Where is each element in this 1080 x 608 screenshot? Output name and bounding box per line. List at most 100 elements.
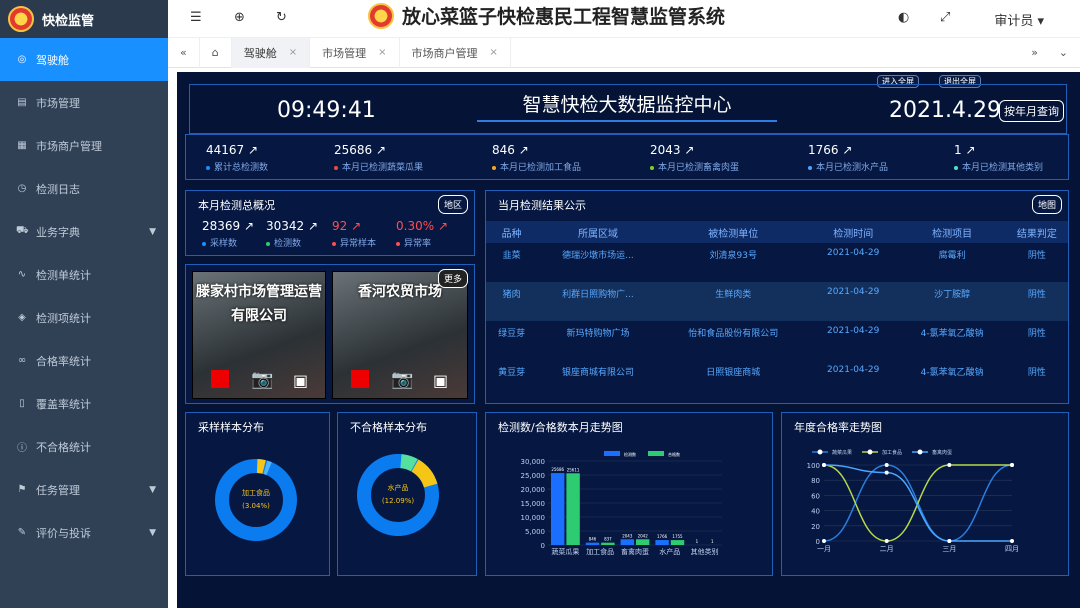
trend-bar-panel: 检测数/合格数本月走势图 30,000 25,000 20,000 15,000 10,…	[485, 412, 773, 576]
stat-label: 本月已检测水产品	[816, 163, 889, 173]
table-row[interactable]: 猪肉 利群日照购物广... 生鲜肉类 2021-04-29 沙丁胺醇 阴性	[486, 282, 1068, 321]
camera-snapshot-icon[interactable]: 📷	[251, 369, 273, 390]
y-tick-label: 40	[811, 508, 820, 516]
table-cell: 阴性	[1027, 251, 1046, 261]
table-cell: 2021-04-29	[827, 248, 880, 258]
table-cell: 2021-04-29	[827, 365, 880, 375]
user-menu[interactable]: 审计员 ▾	[994, 10, 1044, 29]
table-row[interactable]: 韭菜 德瑞沙墩市场运... 刘清泉93号 2021-04-29 腐霉利 阴性	[486, 243, 1068, 282]
video-icon[interactable]: ▣	[433, 371, 448, 390]
sidebar-item-3[interactable]: ◷ 检测日志	[0, 167, 168, 210]
table-cell: 猪肉	[486, 282, 538, 321]
unqualified-distribution-panel: 不合格样本分布 水产品 (12.09%)	[337, 412, 477, 576]
sidebar-item-11[interactable]: ✎ 评价与投诉 ▼	[0, 511, 168, 554]
map-button[interactable]: 地图	[1031, 195, 1062, 214]
page-title: 放心菜篮子快检惠民工程智慧监管系统	[368, 2, 725, 29]
camera-feed-1[interactable]: 香河农贸市场 📷 ▣	[332, 271, 468, 399]
table-row[interactable]: 黄豆芽 银座商城有限公司 日照银座商城 2021-04-29 4-氯苯氧乙酸钠 阴性	[486, 360, 1068, 399]
record-icon[interactable]	[351, 370, 369, 388]
x-tick-label: 三月	[942, 545, 956, 553]
record-icon[interactable]	[211, 370, 229, 388]
camera-panel: 更多 滕家村市场管理运营有限公司 📷 ▣ 香河农贸市场 📷 ▣	[185, 264, 475, 404]
sidebar-item-2[interactable]: ▦ 市场商户管理	[0, 124, 168, 167]
query-by-month-button[interactable]: 按年月查询	[999, 100, 1064, 122]
x-tick-label: 四月	[1005, 545, 1019, 553]
table-body: 韭菜 德瑞沙墩市场运... 刘清泉93号 2021-04-29 腐霉利 阴性 猪肉 利群日照购…	[486, 243, 1068, 399]
table-row[interactable]: 绿豆芽 新玛特购物广场 怡和食品股份有限公司 2021-04-29 4-氯苯氧乙酸钠 阴性	[486, 321, 1068, 360]
tabbar: « ⌂ 驾驶舱 × 市场管理 × 市场商户管理 × » ⌄	[168, 37, 1080, 68]
globe-icon[interactable]: ⊕	[234, 10, 245, 25]
document-icon: ▤	[17, 97, 27, 108]
monthly-overview-title: 本月检测总概况	[198, 199, 275, 212]
police-emblem-icon	[8, 6, 34, 32]
y-tick-label: 30,000	[521, 458, 546, 466]
tabs-scroll-left-icon[interactable]: «	[168, 37, 200, 68]
data-point	[822, 539, 826, 543]
more-cameras-button[interactable]: 更多	[437, 269, 468, 288]
menu-fold-icon[interactable]: ☰	[190, 10, 202, 25]
tabs-scroll-right-icon[interactable]: »	[1019, 38, 1050, 68]
palette-icon[interactable]: ◐	[898, 10, 909, 25]
bar	[636, 539, 650, 545]
tab-1[interactable]: 市场管理 ×	[310, 37, 400, 68]
sidebar-item-7[interactable]: ∞ 合格率统计	[0, 339, 168, 382]
sidebar-item-0[interactable]: ◎ 驾驶舱	[0, 38, 168, 81]
y-tick-label: 20,000	[521, 486, 546, 494]
x-tick-label: 其他类别	[691, 547, 719, 556]
table-cell: 4-氯苯氧乙酸钠	[920, 329, 984, 339]
column-header: 品种	[486, 221, 538, 243]
sidebar-item-8[interactable]: ▯ 覆盖率统计	[0, 382, 168, 425]
monthly-value: 92	[332, 219, 348, 233]
sidebar-item-1[interactable]: ▤ 市场管理	[0, 81, 168, 124]
tabs-menu-icon[interactable]: ⌄	[1047, 38, 1080, 68]
results-table: 品种 所属区域 被检测单位 检测时间 检测项目 结果判定 韭菜 德瑞沙墩市场运... 刘清泉9…	[486, 221, 1068, 399]
dashboard: 进入全屏 退出全屏 09:49:41 智慧快检大数据监控中心 2021.4.29…	[177, 72, 1080, 608]
refresh-icon[interactable]: ↻	[276, 10, 287, 25]
home-icon[interactable]: ⌂	[200, 37, 232, 68]
user-name: 审计员	[994, 14, 1034, 29]
close-icon[interactable]: ×	[490, 47, 498, 58]
sidebar-item-6[interactable]: ◈ 检测项统计	[0, 296, 168, 339]
camera-snapshot-icon[interactable]: 📷	[391, 369, 413, 390]
tab-label: 市场管理	[322, 46, 367, 60]
y-tick-label: 100	[807, 462, 820, 470]
camera-feed-0[interactable]: 滕家村市场管理运营有限公司 📷 ▣	[192, 271, 326, 399]
sidebar-item-4[interactable]: ⛟ 业务字典 ▼	[0, 210, 168, 253]
stat-dot	[492, 165, 496, 170]
bar	[620, 539, 634, 545]
table-cell: 绿豆芽	[498, 329, 526, 339]
sidebar-item-5[interactable]: ∿ 检测单统计	[0, 253, 168, 296]
sidebar-item-label: 驾驶舱	[36, 53, 69, 67]
sidebar-item-9[interactable]: ⓘ 不合格统计	[0, 425, 168, 468]
up-arrow-icon: ↗	[965, 143, 976, 157]
tab-2[interactable]: 市场商户管理 ×	[400, 37, 511, 68]
results-panel: 当月检测结果公示 地图 品种 所属区域 被检测单位 检测时间 检测项目 结果判定 韭菜 德瑞…	[485, 190, 1069, 404]
legend-label: 加工食品	[882, 449, 902, 456]
stat-5: 1 ↗ 本月已检测其他类别	[954, 143, 1043, 173]
up-arrow-icon: ↗	[842, 143, 853, 157]
video-icon[interactable]: ▣	[293, 371, 308, 390]
close-icon[interactable]: ×	[289, 47, 297, 58]
current-date: 2021.4.29	[889, 98, 1001, 123]
monthly-value: 30342	[266, 219, 305, 233]
column-header: 所属区域	[537, 221, 659, 243]
page-title-text: 放心菜篮子快检惠民工程智慧监管系统	[402, 6, 726, 28]
stat-label: 本月已检测其他类别	[962, 163, 1044, 173]
tab-list: 驾驶舱 × 市场管理 × 市场商户管理 ×	[231, 37, 511, 68]
tab-0[interactable]: 驾驶舱 ×	[231, 37, 311, 68]
data-point	[884, 539, 889, 543]
up-arrow-icon: ↗	[518, 143, 529, 157]
stat-dot	[334, 165, 338, 170]
close-icon[interactable]: ×	[378, 47, 386, 58]
region-button[interactable]: 地区	[437, 195, 468, 214]
monthly-label: 检测数	[274, 239, 302, 249]
expand-arrow-icon: ▼	[149, 484, 156, 495]
fullscreen-icon[interactable]: ⤢	[940, 10, 950, 25]
sidebar-item-label: 任务管理	[36, 483, 80, 497]
data-label: 25611	[567, 467, 580, 472]
column-header: 结果判定	[1005, 221, 1068, 243]
stat-2: 846 ↗ 本月已检测加工食品	[492, 143, 581, 173]
sidebar-item-10[interactable]: ⚑ 任务管理 ▼	[0, 468, 168, 511]
stat-dot	[650, 165, 654, 170]
stat-value: 25686	[334, 143, 373, 157]
